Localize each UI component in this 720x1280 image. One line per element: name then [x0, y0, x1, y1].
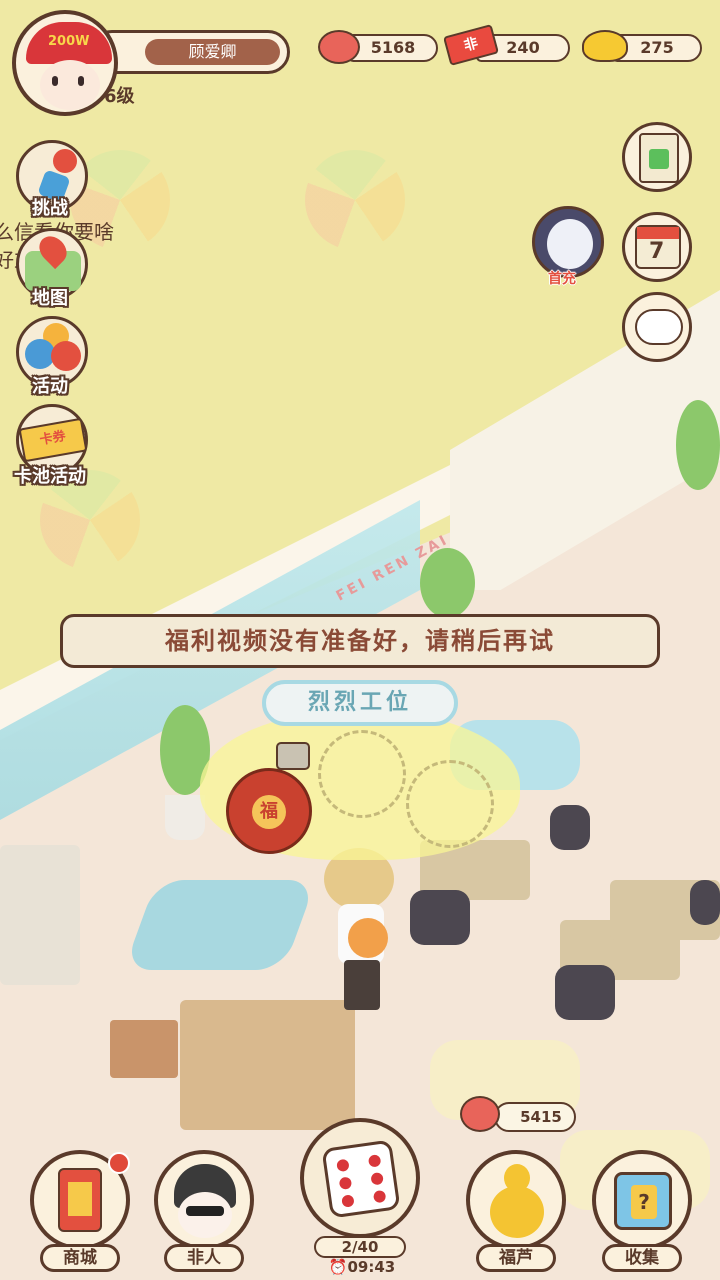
background-lemon-decoration: [305, 150, 405, 250]
empty-slot[interactable]: [406, 760, 494, 848]
menu-label-card-pool: 卡池活动: [14, 466, 86, 487]
character-face-icon: [154, 1150, 254, 1250]
task-clipboard-button[interactable]: [622, 122, 692, 192]
dice-count: 2/40: [314, 1236, 406, 1258]
first-charge-label: 首充: [548, 271, 576, 287]
mystery-box-icon: ?: [592, 1150, 692, 1250]
office-chair: [410, 890, 470, 945]
cloud-coin-icon: [318, 30, 360, 64]
dice-timer: ⏰09:43: [328, 1258, 396, 1276]
potted-tree: [420, 548, 475, 618]
menu-label-activity: 活动: [32, 376, 68, 397]
calendar-button[interactable]: 7: [622, 212, 692, 282]
nav-label-feiren: 非人: [164, 1244, 244, 1272]
cloud-coin-icon: [460, 1096, 500, 1132]
character-portrait-icon: [547, 219, 593, 269]
cardboard-box: [110, 1020, 178, 1078]
notification-dot: [108, 1152, 130, 1174]
income-bubble[interactable]: 5415: [494, 1102, 576, 1132]
nav-label-shop: 商城: [40, 1244, 120, 1272]
arcade-machine: [0, 845, 80, 985]
player-level: 6级: [104, 86, 135, 107]
gourd-icon: [466, 1150, 566, 1250]
menu-label-challenge: 挑战: [32, 198, 68, 219]
office-chair: [550, 805, 590, 850]
nav-label-gourd: 福芦: [476, 1244, 556, 1272]
cap-icon: 200W: [26, 22, 112, 64]
empty-slot[interactable]: [318, 730, 406, 818]
workstation-label: 烈烈工位: [262, 680, 458, 726]
gold-ingot-icon: [582, 30, 628, 62]
nav-label-collect: 收集: [602, 1244, 682, 1272]
profile-bar[interactable]: 顾爱卿: [90, 30, 290, 74]
tv-icon: [276, 742, 310, 770]
calendar-icon: 7: [635, 225, 681, 269]
chat-button[interactable]: [622, 292, 692, 362]
potted-tree: [676, 400, 720, 490]
player-name: 顾爱卿: [145, 39, 280, 65]
chat-bubble-icon: [635, 309, 683, 345]
player-avatar[interactable]: 200W: [12, 10, 118, 116]
plant-pot: [165, 795, 205, 840]
menu-label-map: 地图: [32, 288, 68, 309]
dice-icon: [300, 1118, 420, 1238]
cap-text: 200W: [48, 34, 90, 49]
player-character[interactable]: [320, 848, 400, 1013]
storage-cubes: [180, 1000, 355, 1130]
alarm-clock-icon: ⏰: [328, 1258, 348, 1276]
clipboard-check-icon: [639, 133, 679, 183]
toast-message: 福利视频没有准备好，请稍后再试: [60, 614, 660, 668]
office-chair: [690, 880, 720, 925]
office-chair: [555, 965, 615, 1020]
fortune-bag-icon[interactable]: 福: [226, 768, 312, 854]
cloud-coin-counter[interactable]: 5168: [348, 34, 438, 62]
